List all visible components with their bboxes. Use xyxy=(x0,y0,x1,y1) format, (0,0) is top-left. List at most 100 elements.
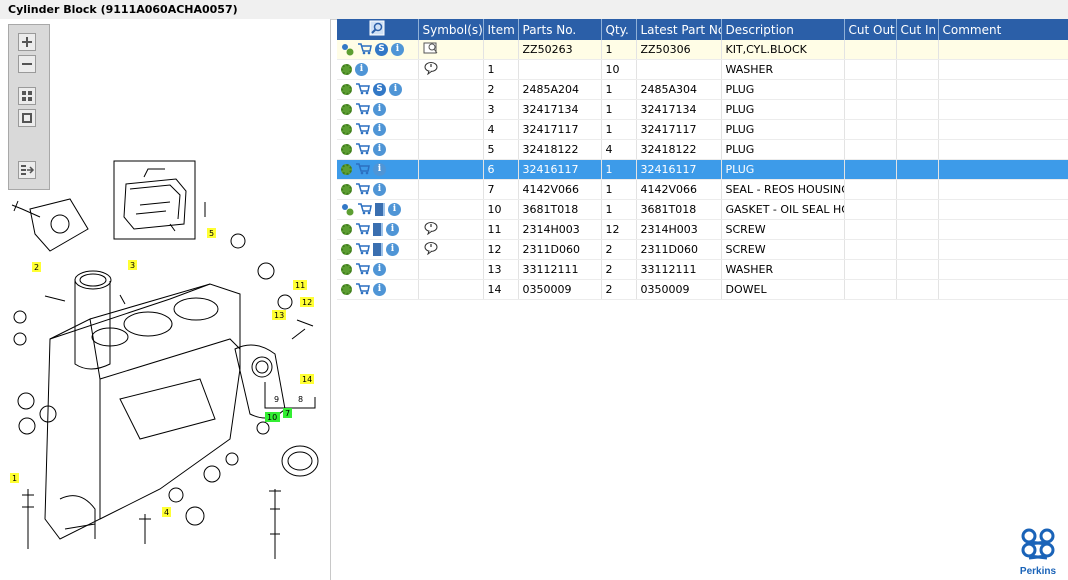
cell-latest-part-no[interactable]: 2485A304 xyxy=(636,79,722,100)
cell-actions[interactable]: i xyxy=(337,99,419,120)
cell-item[interactable]: 2 xyxy=(483,79,519,100)
info-icon[interactable]: i xyxy=(373,103,386,116)
table-row[interactable]: i 14 0350009 2 0350009 DOWEL xyxy=(337,279,1068,300)
cart-icon[interactable] xyxy=(355,122,370,138)
info-icon[interactable]: i xyxy=(373,183,386,196)
cart-icon[interactable] xyxy=(355,222,370,238)
cell-part-no[interactable]: 0350009 xyxy=(518,279,602,300)
cell-cut-in[interactable] xyxy=(896,79,939,100)
cell-symbol[interactable] xyxy=(418,79,484,100)
cell-actions[interactable]: i xyxy=(337,119,419,140)
cell-item[interactable]: 11 xyxy=(483,219,519,240)
note-bubble-icon[interactable] xyxy=(423,61,439,76)
gear-icon[interactable] xyxy=(341,224,352,235)
gear-icon[interactable] xyxy=(341,124,352,135)
cell-latest-part-no[interactable]: 32416117 xyxy=(636,159,722,180)
cell-description[interactable]: SCREW xyxy=(721,239,845,260)
cell-actions[interactable]: i xyxy=(337,159,419,180)
cell-qty[interactable]: 2 xyxy=(601,279,637,300)
cell-comment[interactable] xyxy=(938,139,1068,160)
cell-actions[interactable]: i xyxy=(337,259,419,280)
gear-icon[interactable] xyxy=(341,104,352,115)
supersession-icon[interactable]: S xyxy=(373,83,386,96)
cell-qty[interactable]: 2 xyxy=(601,239,637,260)
cell-latest-part-no[interactable]: ZZ50306 xyxy=(636,40,722,60)
column-header-parts-no[interactable]: Parts No. xyxy=(518,19,602,40)
column-header-actions[interactable] xyxy=(337,19,419,40)
cell-latest-part-no[interactable]: 0350009 xyxy=(636,279,722,300)
cell-description[interactable]: DOWEL xyxy=(721,279,845,300)
cell-qty[interactable]: 1 xyxy=(601,179,637,200)
cell-actions[interactable]: Si xyxy=(337,40,419,60)
column-header-latest-part-no[interactable]: Latest Part No. xyxy=(636,19,722,40)
cell-actions[interactable]: Si xyxy=(337,79,419,100)
cell-comment[interactable] xyxy=(938,259,1068,280)
cell-comment[interactable] xyxy=(938,239,1068,260)
cell-item[interactable]: 4 xyxy=(483,119,519,140)
cell-comment[interactable] xyxy=(938,119,1068,140)
table-row[interactable]: i 6 32416117 1 32416117 PLUG xyxy=(337,159,1068,180)
cell-comment[interactable] xyxy=(938,219,1068,240)
cell-cut-out[interactable] xyxy=(844,99,897,120)
cell-cut-out[interactable] xyxy=(844,259,897,280)
cell-description[interactable]: PLUG xyxy=(721,119,845,140)
cell-cut-out[interactable] xyxy=(844,279,897,300)
column-header-item[interactable]: Item xyxy=(483,19,519,40)
cell-part-no[interactable]: 33112111 xyxy=(518,259,602,280)
cell-item[interactable]: 1 xyxy=(483,59,519,80)
cell-part-no[interactable]: 32418122 xyxy=(518,139,602,160)
table-row[interactable]: i 1 10 WASHER xyxy=(337,59,1068,80)
cell-actions[interactable]: i xyxy=(337,219,419,240)
cell-actions[interactable]: i xyxy=(337,179,419,200)
cell-cut-in[interactable] xyxy=(896,199,939,220)
cell-cut-out[interactable] xyxy=(844,139,897,160)
info-icon[interactable]: i xyxy=(373,123,386,136)
supersession-icon[interactable]: S xyxy=(375,43,388,56)
gear-icon[interactable] xyxy=(341,164,352,175)
cell-qty[interactable]: 1 xyxy=(601,119,637,140)
cell-part-no[interactable]: 32417117 xyxy=(518,119,602,140)
cart-icon[interactable] xyxy=(357,202,372,218)
cell-symbol[interactable] xyxy=(418,159,484,180)
cell-latest-part-no[interactable]: 2311D060 xyxy=(636,239,722,260)
cell-latest-part-no[interactable]: 33112111 xyxy=(636,259,722,280)
cell-item[interactable]: 5 xyxy=(483,139,519,160)
column-header-qty[interactable]: Qty. xyxy=(601,19,637,40)
cell-comment[interactable] xyxy=(938,40,1068,60)
info-icon[interactable]: i xyxy=(373,163,386,176)
table-row[interactable]: i 7 4142V066 1 4142V066 SEAL - REOS HOUSING xyxy=(337,179,1068,200)
gears-icon[interactable] xyxy=(341,203,354,216)
diagram-pane[interactable]: 1 2 3 4 5 7 8 9 10 11 12 13 14 xyxy=(0,19,331,580)
cell-part-no[interactable]: 4142V066 xyxy=(518,179,602,200)
cell-description[interactable]: PLUG xyxy=(721,79,845,100)
cell-item[interactable]: 6 xyxy=(483,159,519,180)
cell-cut-in[interactable] xyxy=(896,99,939,120)
cell-cut-in[interactable] xyxy=(896,159,939,180)
gear-icon[interactable] xyxy=(341,264,352,275)
cell-symbol[interactable] xyxy=(418,199,484,220)
cell-description[interactable]: PLUG xyxy=(721,159,845,180)
cell-description[interactable]: PLUG xyxy=(721,139,845,160)
cell-symbol[interactable] xyxy=(418,99,484,120)
info-icon[interactable]: i xyxy=(373,143,386,156)
cell-cut-in[interactable] xyxy=(896,279,939,300)
cell-description[interactable]: WASHER xyxy=(721,59,845,80)
cart-icon[interactable] xyxy=(355,82,370,98)
column-header-cut-in[interactable]: Cut In xyxy=(896,19,939,40)
cart-icon[interactable] xyxy=(355,182,370,198)
cell-actions[interactable]: i xyxy=(337,59,419,80)
cell-cut-in[interactable] xyxy=(896,179,939,200)
gear-icon[interactable] xyxy=(341,244,352,255)
cell-part-no[interactable]: 2485A204 xyxy=(518,79,602,100)
gear-icon[interactable] xyxy=(341,84,352,95)
cell-qty[interactable]: 2 xyxy=(601,259,637,280)
cell-part-no[interactable]: 3681T018 xyxy=(518,199,602,220)
cart-icon[interactable] xyxy=(355,162,370,178)
cell-qty[interactable]: 1 xyxy=(601,199,637,220)
cell-item[interactable]: 7 xyxy=(483,179,519,200)
cart-icon[interactable] xyxy=(355,142,370,158)
cell-symbol[interactable] xyxy=(418,239,484,260)
cell-qty[interactable]: 1 xyxy=(601,99,637,120)
cell-actions[interactable]: i xyxy=(337,139,419,160)
cell-actions[interactable]: i xyxy=(337,199,419,220)
